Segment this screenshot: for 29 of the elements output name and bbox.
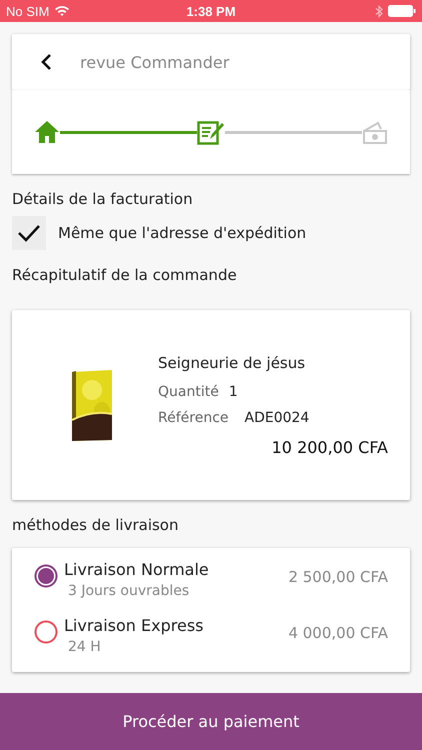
bluetooth-icon xyxy=(375,4,383,18)
edit-icon[interactable] xyxy=(197,119,225,145)
battery-icon xyxy=(388,5,416,17)
option-detail: 3 Jours ouvrables xyxy=(68,583,190,599)
quantity-value: 1 xyxy=(228,384,238,400)
radio-button[interactable] xyxy=(34,564,58,588)
reference-value: ADE0024 xyxy=(244,410,310,426)
checkbox[interactable] xyxy=(12,216,46,250)
home-icon[interactable] xyxy=(34,120,60,144)
product-name: Seigneurie de jésus xyxy=(158,354,306,372)
section-heading: Récapitulatif de la commande xyxy=(11,265,238,286)
section-heading: Détails de la facturation xyxy=(11,189,194,210)
time-text: 1:38 PM xyxy=(186,4,236,18)
carrier-text: No SIM xyxy=(6,4,50,18)
quantity-label: Quantité xyxy=(158,384,219,400)
section-heading: méthodes de livraison xyxy=(11,515,180,536)
product-price: 10 200,00 CFA xyxy=(272,438,388,456)
option-name: Livraison Express xyxy=(64,616,204,635)
option-name: Livraison Normale xyxy=(64,560,210,579)
proceed-button[interactable]: Procéder au paiement xyxy=(0,693,422,750)
option-price: 4 000,00 CFA xyxy=(288,624,388,642)
wifi-icon xyxy=(54,5,70,17)
option-detail: 24 H xyxy=(68,639,102,655)
checkbox-label: Même que l'adresse d'expédition xyxy=(58,224,306,242)
radio-button[interactable] xyxy=(34,620,58,644)
option-price: 2 500,00 CFA xyxy=(288,568,388,586)
page-title: revue Commander xyxy=(80,52,230,72)
reference-label: Référence xyxy=(158,410,228,426)
back-icon[interactable] xyxy=(40,53,52,71)
